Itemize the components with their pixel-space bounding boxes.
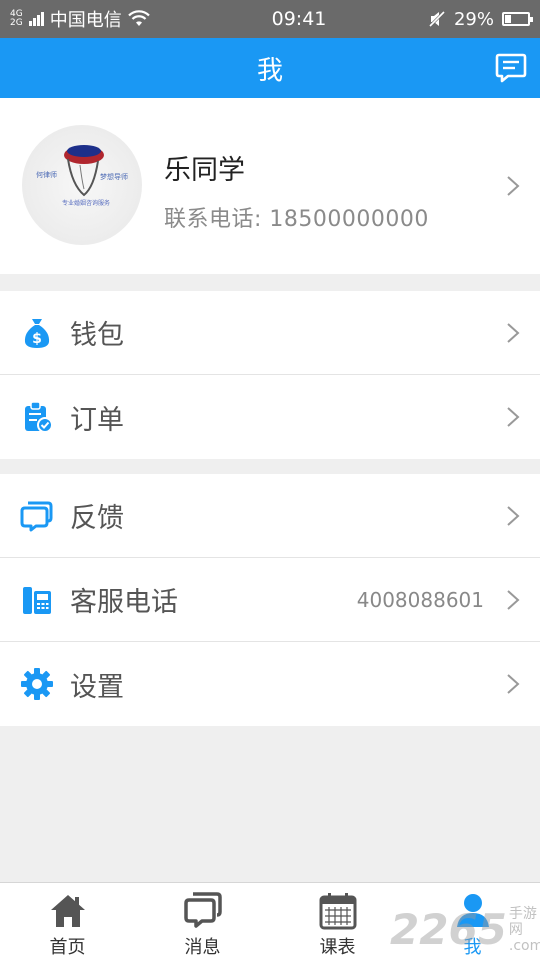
app-header: 我 bbox=[0, 38, 540, 98]
avatar[interactable]: 何律师 梦想导师 专业婚姻咨询服务 bbox=[22, 125, 142, 245]
tab-schedule[interactable]: 课表 bbox=[270, 883, 405, 960]
svg-text:梦想导师: 梦想导师 bbox=[100, 172, 128, 181]
chevron-right-icon bbox=[507, 176, 520, 196]
feedback-icon bbox=[20, 501, 53, 531]
avatar-image: 何律师 梦想导师 专业婚姻咨询服务 bbox=[36, 145, 128, 207]
phone-icon bbox=[23, 586, 51, 614]
status-right: 29% bbox=[428, 8, 533, 30]
network-type: 4G 2G bbox=[10, 10, 23, 28]
status-left: 4G 2G 中国电信 bbox=[10, 6, 210, 32]
chevron-right-icon bbox=[507, 674, 520, 694]
menu-group-support: 反馈 客服电话 4008088601 设置 bbox=[0, 474, 540, 726]
wifi-icon bbox=[127, 10, 150, 26]
chevron-right-icon bbox=[507, 506, 520, 526]
home-icon bbox=[50, 895, 85, 927]
svg-text:专业婚姻咨询服务: 专业婚姻咨询服务 bbox=[62, 199, 110, 207]
message-button-icon[interactable] bbox=[494, 51, 528, 85]
tab-label-schedule: 课表 bbox=[319, 937, 356, 958]
service-phone-number: 4008088601 bbox=[356, 587, 484, 612]
menu-label-settings: 设置 bbox=[70, 671, 124, 703]
menu-label-service-phone: 客服电话 bbox=[70, 587, 178, 618]
chevron-right-icon bbox=[507, 590, 520, 610]
status-bar: 4G 2G 中国电信 09:41 29% bbox=[0, 0, 540, 38]
user-phone: 联系电话: 18500000000 bbox=[164, 207, 429, 232]
svg-text:$: $ bbox=[32, 331, 42, 347]
menu-item-orders[interactable]: 订单 bbox=[0, 375, 540, 459]
mute-icon bbox=[428, 10, 446, 28]
message-icon bbox=[183, 892, 222, 928]
clock: 09:41 bbox=[271, 8, 327, 30]
menu-item-settings[interactable]: 设置 bbox=[0, 642, 540, 726]
money-bag-icon: $ bbox=[24, 318, 50, 348]
profile-card[interactable]: 何律师 梦想导师 专业婚姻咨询服务 乐同学 联系电话: 18500000000 bbox=[0, 98, 540, 274]
menu-label-feedback: 反馈 bbox=[70, 503, 124, 534]
menu-group-wallet: $ 钱包 订单 bbox=[0, 291, 540, 459]
battery-percent: 29% bbox=[453, 8, 494, 30]
menu-item-feedback[interactable]: 反馈 bbox=[0, 474, 540, 558]
signal-icon bbox=[28, 12, 44, 26]
user-name: 乐同学 bbox=[164, 155, 245, 186]
calendar-icon bbox=[319, 893, 356, 930]
menu-label-wallet: 钱包 bbox=[70, 320, 124, 351]
tab-label-home: 首页 bbox=[49, 937, 86, 958]
page-title: 我 bbox=[256, 55, 283, 86]
tab-me[interactable]: 我 bbox=[405, 883, 540, 960]
tab-label-messages: 消息 bbox=[184, 937, 221, 958]
menu-label-orders: 订单 bbox=[70, 404, 124, 436]
chevron-right-icon bbox=[507, 323, 520, 343]
battery-icon bbox=[502, 12, 533, 26]
carrier-name: 中国电信 bbox=[49, 10, 122, 31]
order-clipboard-icon bbox=[25, 401, 53, 433]
chevron-right-icon bbox=[507, 407, 520, 427]
menu-item-service-phone[interactable]: 客服电话 4008088601 bbox=[0, 558, 540, 642]
tab-messages[interactable]: 消息 bbox=[135, 883, 270, 960]
bottom-tab-bar: 首页 消息 课表 我 bbox=[0, 882, 540, 960]
tab-label-me: 我 bbox=[463, 937, 482, 958]
svg-text:何律师: 何律师 bbox=[36, 170, 57, 179]
network-bottom: 2G bbox=[10, 18, 23, 28]
person-icon bbox=[456, 894, 489, 927]
menu-item-wallet[interactable]: $ 钱包 bbox=[0, 291, 540, 375]
tab-home[interactable]: 首页 bbox=[0, 883, 135, 960]
gear-icon bbox=[21, 668, 53, 700]
